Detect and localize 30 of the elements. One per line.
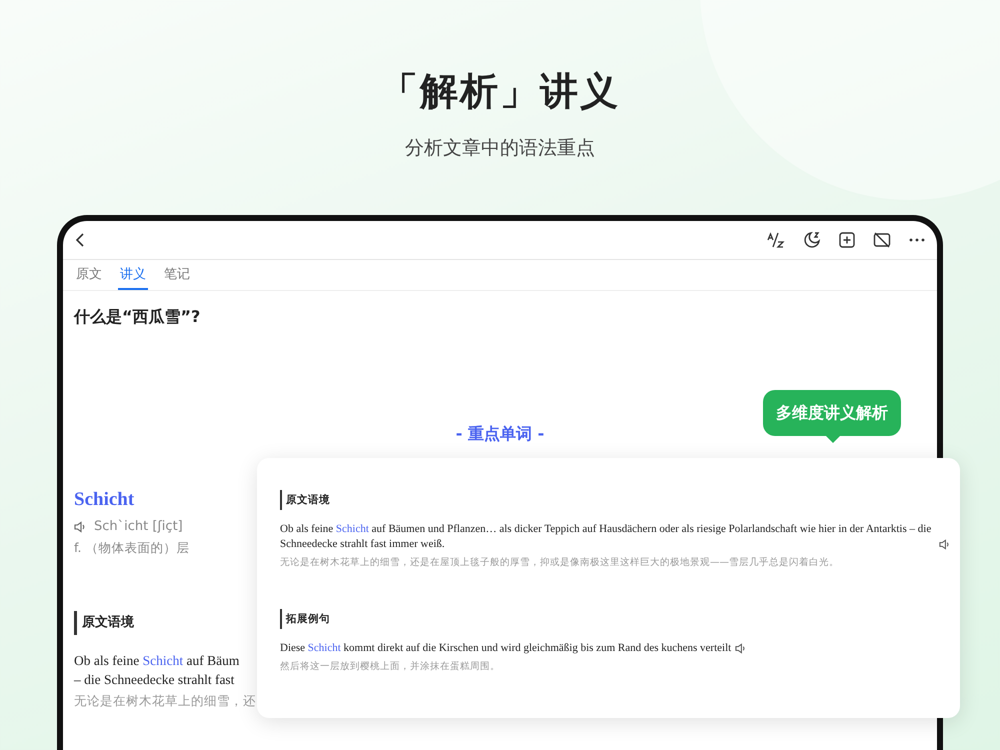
headline: 「解析」讲义 xyxy=(380,68,620,115)
speaker-icon[interactable] xyxy=(939,539,950,550)
context-sentence: Ob als feine Schicht auf Bäum xyxy=(74,652,240,670)
section-heading: - 重点单词 - xyxy=(456,424,544,445)
example-sentence: Ob als feine Schicht auf Bäumen und Pflanzen… als dicker Teppich auf Hausdächern oder als riesige Polarlandschaft wie hier in der Antarktis – die Schneedecke strahlt fast immer weiß. xyxy=(280,522,932,552)
context-translation: 无论是在树木花草上的细雪，还 xyxy=(74,693,256,710)
more-icon[interactable] xyxy=(909,238,925,242)
tab[interactable]: 讲义 xyxy=(118,260,148,290)
article-title: 什么是“西瓜雪”? xyxy=(74,307,202,328)
add-icon[interactable] xyxy=(839,232,855,248)
moon-icon[interactable] xyxy=(803,231,821,249)
hide-image-icon[interactable] xyxy=(873,232,891,248)
section-title: 拓展例句 xyxy=(280,609,950,629)
word-term: Schicht xyxy=(74,489,136,511)
tab[interactable]: 原文 xyxy=(74,260,104,290)
word-meaning: f. （物体表面的）层 xyxy=(74,540,190,557)
speaker-icon[interactable] xyxy=(74,520,86,532)
pronunciation: Sch`icht [ʃiçt] xyxy=(94,519,183,534)
bubble-tail xyxy=(826,436,840,443)
callout-bubble: 多维度讲义解析 xyxy=(763,390,901,436)
example-sentence: Diese Schicht kommt direkt auf die Kirschen und wird gleichmäßig bis zum Rand des kuchens verteilt xyxy=(280,641,732,656)
tab[interactable]: 笔记 xyxy=(162,260,192,290)
subheadline: 分析文章中的语法重点 xyxy=(405,136,595,161)
section-title: 原文语境 xyxy=(280,490,950,510)
sentence-translation: 然后将这一层放到樱桃上面，并涂抹在蛋糕周围。 xyxy=(280,660,501,673)
back-icon[interactable] xyxy=(75,232,85,248)
context-sentence: – die Schneedecke strahlt fast xyxy=(74,671,236,689)
translate-icon[interactable] xyxy=(767,232,785,248)
speaker-icon[interactable] xyxy=(735,643,746,654)
sentence-translation: 无论是在树木花草上的细雪，还是在屋顶上毯子般的厚雪，抑或是像南极这里这样巨大的极地景观——雪层几乎总是闪着白光。 xyxy=(280,556,840,569)
